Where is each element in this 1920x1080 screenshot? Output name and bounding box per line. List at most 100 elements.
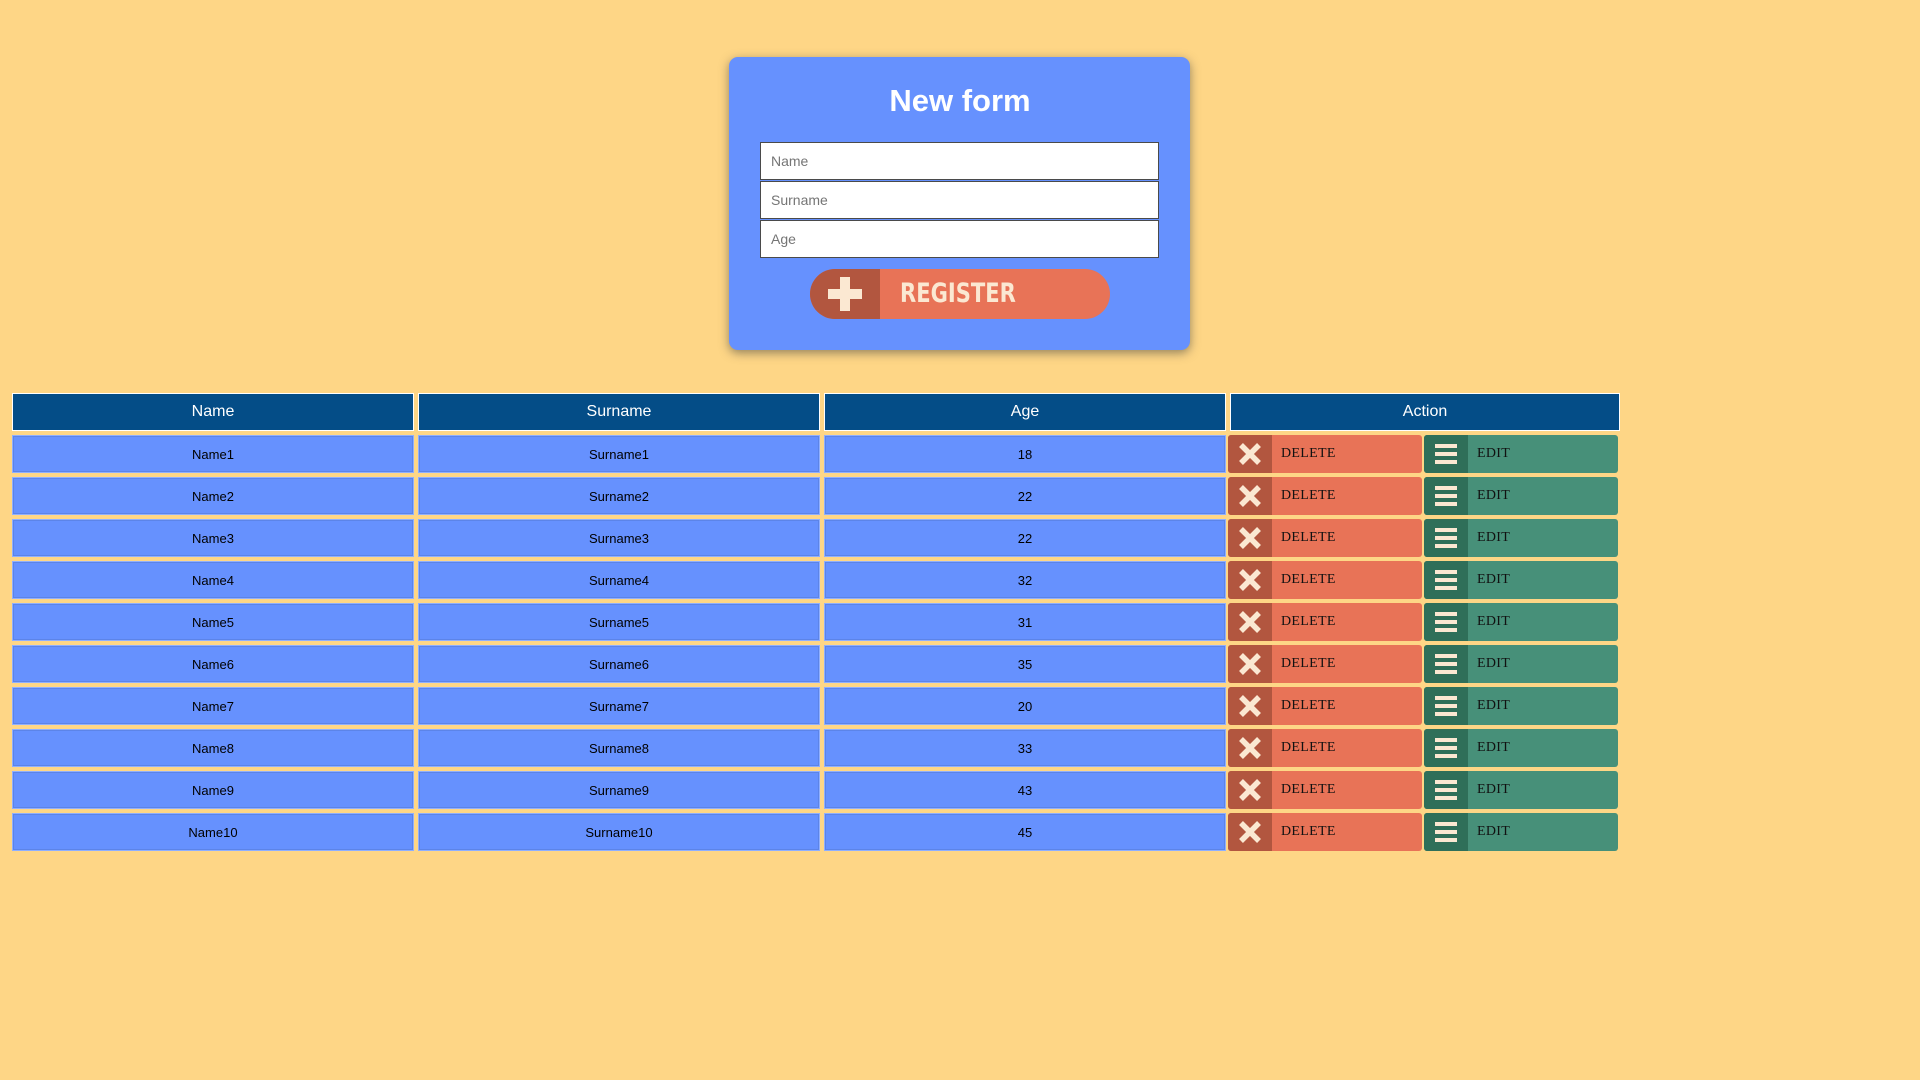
delete-label: DELETE [1281,782,1336,797]
cell-name: Name9 [12,771,414,809]
menu-icon [1435,696,1457,716]
cell-name: Name4 [12,561,414,599]
table-row: Name2 Surname2 22 DELETE EDIT [12,477,1620,515]
edit-label: EDIT [1477,488,1511,503]
delete-button[interactable]: DELETE [1228,813,1422,851]
header-age: Age [824,393,1226,431]
delete-label: DELETE [1281,488,1336,503]
edit-button[interactable]: EDIT [1424,561,1618,599]
delete-button[interactable]: DELETE [1228,561,1422,599]
cell-age: 22 [824,519,1226,557]
delete-icon-block [1228,687,1272,725]
table-row: Name3 Surname3 22 DELETE EDIT [12,519,1620,557]
cell-actions: DELETE EDIT [1228,561,1620,599]
menu-icon [1435,486,1457,506]
menu-icon [1435,822,1457,842]
edit-button[interactable]: EDIT [1424,813,1618,851]
action-group: DELETE EDIT [1228,603,1620,641]
delete-button[interactable]: DELETE [1228,477,1422,515]
edit-icon-block [1424,729,1468,767]
register-label: REGISTER [900,278,1016,309]
age-field[interactable] [760,220,1159,258]
edit-label: EDIT [1477,782,1511,797]
edit-icon-block [1424,561,1468,599]
surname-field[interactable] [760,181,1159,219]
action-group: DELETE EDIT [1228,519,1620,557]
edit-icon-block [1424,771,1468,809]
delete-label: DELETE [1281,698,1336,713]
delete-button[interactable]: DELETE [1228,519,1422,557]
delete-label: DELETE [1281,740,1336,755]
cell-name: Name3 [12,519,414,557]
action-group: DELETE EDIT [1228,771,1620,809]
edit-button[interactable]: EDIT [1424,519,1618,557]
header-surname: Surname [418,393,820,431]
delete-icon-block [1228,435,1272,473]
delete-label: DELETE [1281,530,1336,545]
cell-name: Name8 [12,729,414,767]
register-button[interactable]: REGISTER [810,269,1110,319]
delete-button[interactable]: DELETE [1228,729,1422,767]
delete-button[interactable]: DELETE [1228,603,1422,641]
edit-label: EDIT [1477,572,1511,587]
edit-button[interactable]: EDIT [1424,771,1618,809]
delete-icon-block [1228,561,1272,599]
delete-button[interactable]: DELETE [1228,771,1422,809]
menu-icon [1435,570,1457,590]
cell-age: 45 [824,813,1226,851]
delete-icon-block [1228,519,1272,557]
delete-label: DELETE [1281,614,1336,629]
edit-icon-block [1424,477,1468,515]
edit-label: EDIT [1477,656,1511,671]
cell-name: Name10 [12,813,414,851]
action-group: DELETE EDIT [1228,813,1620,851]
action-group: DELETE EDIT [1228,645,1620,683]
cell-surname: Surname7 [418,687,820,725]
cell-surname: Surname8 [418,729,820,767]
close-icon [1239,443,1261,465]
name-field[interactable] [760,142,1159,180]
delete-icon-block [1228,729,1272,767]
menu-icon [1435,654,1457,674]
delete-label: DELETE [1281,572,1336,587]
header-name: Name [12,393,414,431]
edit-button[interactable]: EDIT [1424,687,1618,725]
delete-button[interactable]: DELETE [1228,687,1422,725]
close-icon [1239,485,1261,507]
cell-actions: DELETE EDIT [1228,603,1620,641]
delete-label: DELETE [1281,824,1336,839]
register-icon-block [810,269,880,319]
table-row: Name9 Surname9 43 DELETE EDIT [12,771,1620,809]
cell-actions: DELETE EDIT [1228,645,1620,683]
edit-button[interactable]: EDIT [1424,645,1618,683]
cell-age: 22 [824,477,1226,515]
edit-button[interactable]: EDIT [1424,435,1618,473]
close-icon [1239,737,1261,759]
delete-button[interactable]: DELETE [1228,645,1422,683]
close-icon [1239,695,1261,717]
edit-button[interactable]: EDIT [1424,603,1618,641]
cell-name: Name6 [12,645,414,683]
table-row: Name10 Surname10 45 DELETE EDIT [12,813,1620,851]
menu-icon [1435,780,1457,800]
cell-actions: DELETE EDIT [1228,687,1620,725]
cell-surname: Surname6 [418,645,820,683]
form-title: New form [889,83,1031,118]
delete-icon-block [1228,813,1272,851]
delete-icon-block [1228,477,1272,515]
edit-button[interactable]: EDIT [1424,729,1618,767]
edit-button[interactable]: EDIT [1424,477,1618,515]
cell-age: 18 [824,435,1226,473]
cell-surname: Surname9 [418,771,820,809]
cell-actions: DELETE EDIT [1228,771,1620,809]
edit-label: EDIT [1477,530,1511,545]
action-group: DELETE EDIT [1228,435,1620,473]
cell-surname: Surname10 [418,813,820,851]
delete-button[interactable]: DELETE [1228,435,1422,473]
cell-surname: Surname5 [418,603,820,641]
cell-surname: Surname4 [418,561,820,599]
cell-age: 43 [824,771,1226,809]
cell-surname: Surname2 [418,477,820,515]
edit-label: EDIT [1477,446,1511,461]
cell-name: Name1 [12,435,414,473]
